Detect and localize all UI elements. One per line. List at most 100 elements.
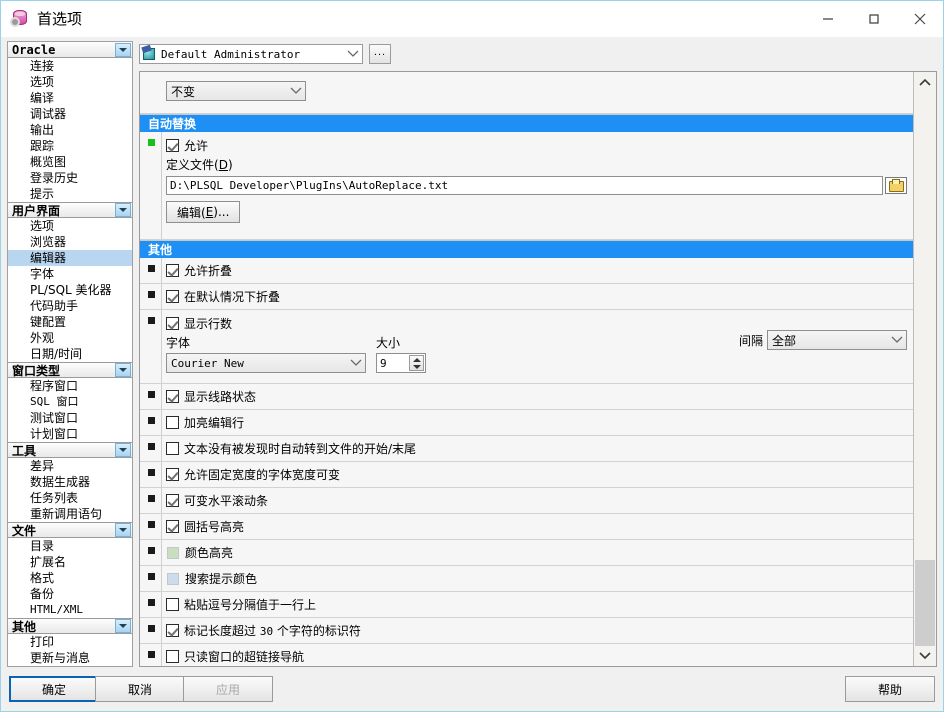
sidebar-item-0-7[interactable]: 登录历史 [8,170,132,186]
scroll-down-icon[interactable] [914,644,936,666]
sidebar-item-1-6[interactable]: 键配置 [8,314,132,330]
option-checkbox[interactable] [166,598,179,611]
chevron-down-icon[interactable] [115,43,131,57]
color-setting-row[interactable]: 搜索提示颜色 [166,566,913,591]
option-row[interactable]: 只读窗口的超链接导航 [166,644,913,666]
vertical-scrollbar[interactable] [913,72,936,666]
sidebar-item-2-2[interactable]: 测试窗口 [8,410,132,426]
option-checkbox[interactable] [166,442,179,455]
chevron-down-icon[interactable] [115,523,131,537]
sidebar-item-3-3[interactable]: 重新调用语句 [8,506,132,522]
sidebar-item-1-4[interactable]: PL/SQL 美化器 [8,282,132,298]
sidebar-item-0-6[interactable]: 概览图 [8,154,132,170]
sidebar-item-4-3[interactable]: 备份 [8,586,132,602]
option-row[interactable]: 允许折叠 [166,258,913,283]
option-row[interactable]: 文本没有被发现时自动转到文件的开始/末尾 [166,436,913,461]
allow-autoreplace-checkbox[interactable] [166,139,179,152]
top-partial-combo[interactable]: 不变 [166,81,306,101]
sidebar-group-5[interactable]: 其他 [8,618,132,634]
sidebar-group-4[interactable]: 文件 [8,522,132,538]
sidebar-item-2-0[interactable]: 程序窗口 [8,378,132,394]
option-checkbox[interactable] [166,468,179,481]
row-marker [148,291,155,298]
option-checkbox[interactable] [166,520,179,533]
sidebar-item-1-3[interactable]: 字体 [8,266,132,282]
settings-row: 标记长度超过 30 个字符的标识符 [140,618,913,644]
allow-autoreplace-row[interactable]: 允许 [166,132,913,154]
option-row[interactable]: 在默认情况下折叠 [166,284,913,309]
sidebar-item-1-8[interactable]: 日期/时间 [8,346,132,362]
option-row[interactable]: 允许固定宽度的字体宽度可变 [166,462,913,487]
option-row[interactable]: 粘贴逗号分隔值于一行上 [166,592,913,617]
sidebar-group-1[interactable]: 用户界面 [8,202,132,218]
sidebar-item-5-1[interactable]: 更新与消息 [8,650,132,666]
option-checkbox[interactable] [166,650,179,663]
option-row[interactable]: 可变水平滚动条 [166,488,913,513]
option-checkbox[interactable] [166,290,179,303]
chevron-down-icon[interactable] [115,363,131,377]
sidebar-item-1-1[interactable]: 浏览器 [8,234,132,250]
maximize-icon[interactable] [851,1,897,37]
sidebar-item-2-1[interactable]: SQL 窗口 [8,394,132,410]
sidebar-item-0-8[interactable]: 提示 [8,186,132,202]
sidebar-item-1-5[interactable]: 代码助手 [8,298,132,314]
settings-row: 在默认情况下折叠 [140,284,913,310]
apply-button[interactable]: 应用 [183,676,273,702]
minimize-icon[interactable] [805,1,851,37]
option-row[interactable]: 加亮编辑行 [166,410,913,435]
help-button[interactable]: 帮助 [845,676,935,702]
sidebar-item-4-0[interactable]: 目录 [8,538,132,554]
show-line-numbers-checkbox[interactable] [166,317,179,330]
chevron-down-icon[interactable] [115,443,131,457]
sidebar-item-0-4[interactable]: 输出 [8,122,132,138]
color-swatch[interactable] [167,573,179,585]
cancel-button[interactable]: 取消 [95,676,185,702]
chevron-down-icon[interactable] [115,203,131,217]
definition-file-input[interactable]: D:\PLSQL Developer\PlugIns\AutoReplace.t… [166,176,883,195]
token-length-checkbox[interactable] [166,624,179,637]
sidebar-group-2[interactable]: 窗口类型 [8,362,132,378]
sidebar-item-2-3[interactable]: 计划窗口 [8,426,132,442]
sidebar-item-0-5[interactable]: 跟踪 [8,138,132,154]
sidebar-group-0[interactable]: Oracle [8,42,132,58]
sidebar-item-4-4[interactable]: HTML/XML [8,602,132,618]
sidebar-item-3-2[interactable]: 任务列表 [8,490,132,506]
sidebar-group-3[interactable]: 工具 [8,442,132,458]
sidebar-item-0-2[interactable]: 编译 [8,90,132,106]
sidebar-item-4-2[interactable]: 格式 [8,570,132,586]
option-checkbox[interactable] [166,390,179,403]
option-checkbox[interactable] [166,264,179,277]
option-checkbox[interactable] [166,416,179,429]
browse-file-button[interactable] [885,177,907,194]
profile-select[interactable]: Default Administrator [139,44,363,64]
color-setting-row[interactable]: 颜色高亮 [166,540,913,565]
sidebar-item-1-0[interactable]: 选项 [8,218,132,234]
sidebar-item-4-1[interactable]: 扩展名 [8,554,132,570]
option-checkbox[interactable] [166,494,179,507]
stepper-arrows-icon[interactable] [409,355,424,371]
close-icon[interactable] [897,1,943,37]
sidebar-item-1-7[interactable]: 外观 [8,330,132,346]
option-row[interactable]: 显示线路状态 [166,384,913,409]
linenum-font-select[interactable]: Courier New [166,353,366,373]
edit-autoreplace-button[interactable]: 编辑(E)... [166,201,240,223]
color-swatch[interactable] [167,547,179,559]
profile-more-button[interactable]: ... [369,44,391,64]
sidebar-item-5-0[interactable]: 打印 [8,634,132,650]
settings-tree[interactable]: Oracle连接选项编译调试器输出跟踪概览图登录历史提示用户界面选项浏览器编辑器… [7,41,133,667]
scroll-up-icon[interactable] [914,72,936,94]
sidebar-item-0-1[interactable]: 选项 [8,74,132,90]
linenum-size-stepper[interactable]: 9 [376,353,426,373]
sidebar-item-0-0[interactable]: 连接 [8,58,132,74]
chevron-down-icon[interactable] [115,619,131,633]
scrollbar-thumb[interactable] [915,560,935,646]
ok-button[interactable]: 确定 [9,676,99,702]
sidebar-item-3-0[interactable]: 差异 [8,458,132,474]
token-length-row[interactable]: 标记长度超过 30 个字符的标识符 [166,618,913,643]
option-row[interactable]: 圆括号高亮 [166,514,913,539]
sidebar-item-1-2[interactable]: 编辑器 [8,250,132,266]
sidebar-item-0-3[interactable]: 调试器 [8,106,132,122]
show-line-numbers-row[interactable]: 显示行数 [166,310,913,332]
sidebar-item-3-1[interactable]: 数据生成器 [8,474,132,490]
interval-select[interactable]: 全部 [767,330,907,350]
